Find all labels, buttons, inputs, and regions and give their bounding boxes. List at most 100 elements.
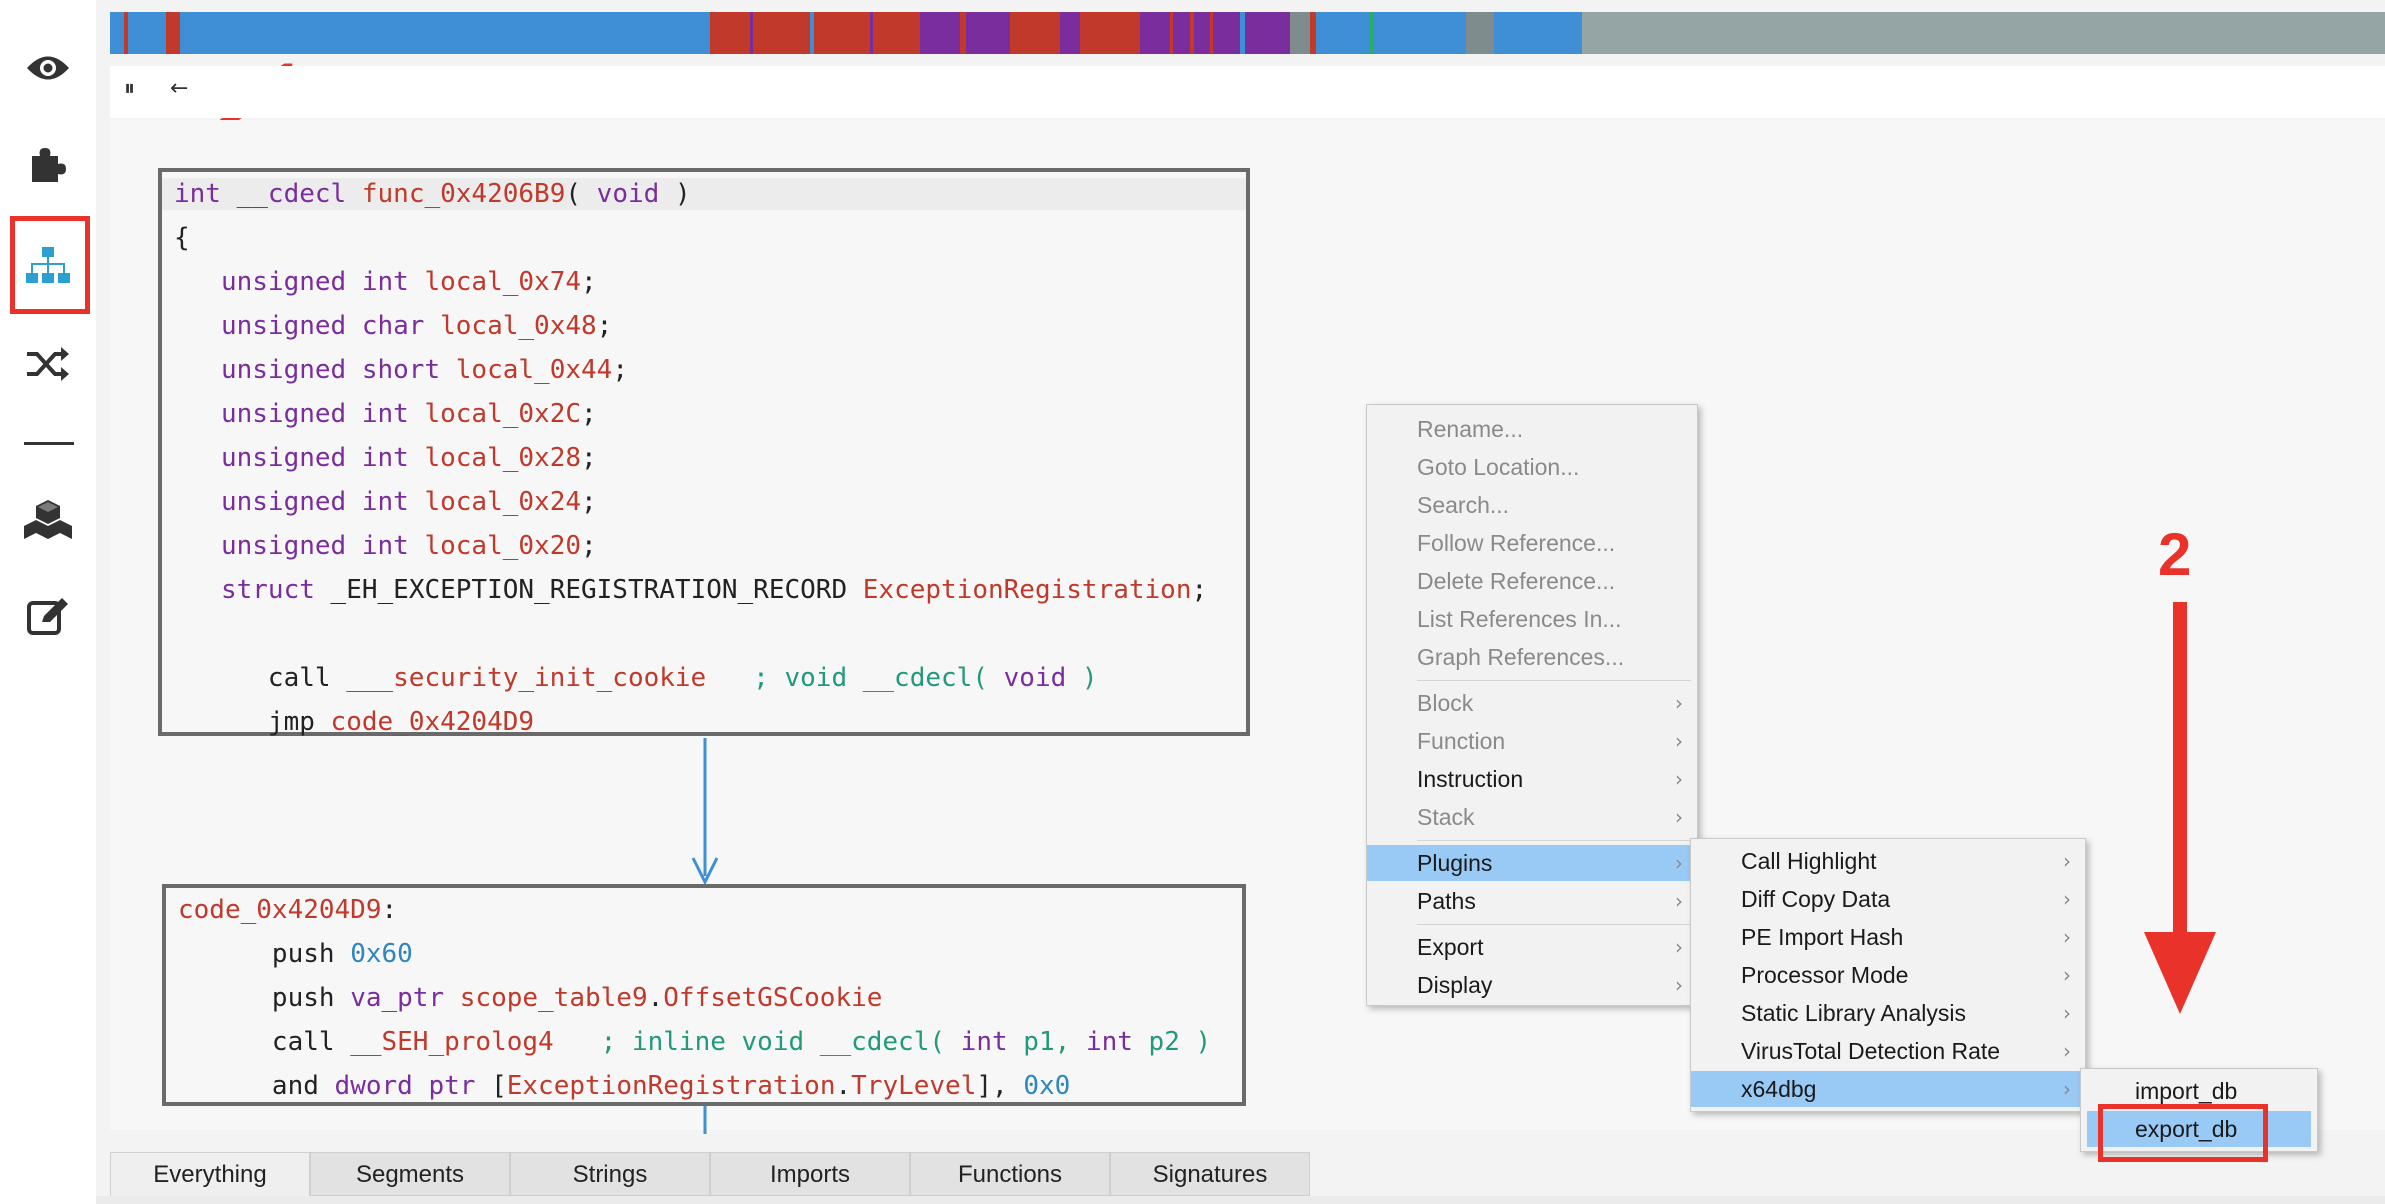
code-line[interactable]: unsigned char local_0x48; <box>174 310 612 342</box>
submenu-item[interactable]: Static Library Analysis › <box>1691 995 2085 1031</box>
menu-item[interactable]: Stack › <box>1367 799 1697 835</box>
code-token: : <box>381 895 398 925</box>
tab-everything[interactable]: Everything <box>110 1152 310 1196</box>
code-block-code-0x4204D9[interactable]: code_0x4204D9: push 0x60 push va_ptr sco… <box>162 884 1246 1106</box>
menu-item[interactable]: Delete Reference... <box>1367 563 1697 599</box>
code-token[interactable]: code_0x4204D9 <box>178 895 382 925</box>
tab-segments[interactable]: Segments <box>310 1152 510 1196</box>
code-line[interactable]: unsigned int local_0x74; <box>174 266 597 298</box>
submenu-item[interactable]: Call Highlight › <box>1691 843 2085 879</box>
graph-toolbar: ⏸ ← <box>110 66 2385 118</box>
code-token: ; <box>581 443 597 473</box>
code-line[interactable]: code_0x4204D9: <box>178 894 397 926</box>
code-token: unsigned int <box>220 487 425 517</box>
code-line[interactable]: { <box>174 222 190 254</box>
code-line[interactable]: push 0x60 <box>178 938 413 970</box>
code-line[interactable]: unsigned int local_0x2C; <box>174 398 597 430</box>
menu-separator <box>1417 840 1691 841</box>
menu-item-label: List References In... <box>1417 606 1622 632</box>
code-token[interactable]: func_0x4206B9 <box>362 179 566 209</box>
menu-item-label: Display <box>1417 972 1493 998</box>
code-line[interactable]: call ___security_init_cookie ; void __cd… <box>174 662 1098 694</box>
code-token: 0x60 <box>350 939 413 969</box>
code-token[interactable]: local_0x74 <box>424 267 581 297</box>
code-line[interactable]: push va_ptr scope_table9.OffsetGSCookie <box>178 982 883 1014</box>
code-token[interactable]: local_0x24 <box>424 487 581 517</box>
tab-imports[interactable]: Imports <box>710 1152 910 1196</box>
code-token[interactable]: ExceptionRegistration <box>507 1071 836 1101</box>
tab-functions[interactable]: Functions <box>910 1152 1110 1196</box>
menu-item[interactable]: Export › <box>1367 929 1697 965</box>
tab-signatures[interactable]: Signatures <box>1110 1152 1310 1196</box>
menu-item[interactable]: Paths › <box>1367 883 1697 919</box>
code-token[interactable]: ___security_init_cookie <box>346 663 706 693</box>
code-line[interactable]: and dword ptr [ExceptionRegistration.Try… <box>178 1070 1070 1102</box>
code-token[interactable]: local_0x2C <box>424 399 581 429</box>
code-token[interactable]: local_0x48 <box>440 311 597 341</box>
eye-icon[interactable] <box>22 42 74 94</box>
code-token[interactable]: ExceptionRegistration <box>863 575 1192 605</box>
code-token: push <box>178 939 351 969</box>
menu-item[interactable]: Goto Location... <box>1367 449 1697 485</box>
code-line[interactable]: call __SEH_prolog4 ; inline void __cdecl… <box>178 1026 1211 1058</box>
code-line[interactable]: int __cdecl func_0x4206B9( void ) <box>162 178 1246 210</box>
menu-item[interactable]: Function › <box>1367 723 1697 759</box>
code-line[interactable]: jmp code_0x4204D9 <box>174 706 534 738</box>
menu-item-label: Goto Location... <box>1417 454 1580 480</box>
code-token[interactable]: __SEH_prolog4 <box>350 1027 554 1057</box>
plugins-submenu: Call Highlight › Diff Copy Data › PE Import … <box>1690 838 2086 1112</box>
code-token[interactable]: local_0x28 <box>424 443 581 473</box>
menu-item-label: Export <box>1417 934 1484 960</box>
code-token: 0x0 <box>1023 1071 1071 1101</box>
puzzle-icon[interactable] <box>22 138 74 190</box>
menu-item-label: Block <box>1417 690 1474 716</box>
overview-bar[interactable] <box>110 12 2385 54</box>
code-line[interactable]: unsigned int local_0x20; <box>174 530 597 562</box>
submenu-item[interactable]: PE Import Hash › <box>1691 919 2085 955</box>
menu-item-label: Call Highlight <box>1741 848 1877 874</box>
chevron-right-icon: › <box>1675 805 1683 829</box>
tab-strings[interactable]: Strings <box>510 1152 710 1196</box>
code-token[interactable]: TryLevel <box>851 1071 976 1101</box>
code-line[interactable]: unsigned int local_0x24; <box>174 486 597 518</box>
code-token[interactable]: scope_table9 <box>460 983 648 1013</box>
chevron-right-icon: › <box>1675 691 1683 715</box>
code-block-func-entry[interactable]: int __cdecl func_0x4206B9( void ) { unsig… <box>158 168 1250 738</box>
submenu-item[interactable]: Diff Copy Data › <box>1691 881 2085 917</box>
menu-item[interactable]: Rename... <box>1367 411 1697 447</box>
menu-item[interactable]: Display › <box>1367 967 1697 1003</box>
code-token[interactable]: code_0x4204D9 <box>331 707 535 737</box>
chevron-right-icon: › <box>1675 767 1683 791</box>
code-token[interactable]: local_0x20 <box>424 531 581 561</box>
menu-item[interactable]: Instruction › <box>1367 761 1697 797</box>
code-line[interactable]: unsigned short local_0x44; <box>174 354 628 386</box>
menu-item[interactable]: Search... <box>1367 487 1697 523</box>
code-token: ; <box>596 311 613 341</box>
code-line[interactable]: struct _EH_EXCEPTION_REGISTRATION_RECORD… <box>174 574 1207 606</box>
menu-item[interactable]: Graph References... <box>1367 639 1697 675</box>
menu-item[interactable]: Follow Reference... <box>1367 525 1697 561</box>
submenu-item[interactable]: Processor Mode › <box>1691 957 2085 993</box>
submenu-item[interactable]: x64dbg › <box>1691 1071 2085 1107</box>
code-token[interactable]: OffsetGSCookie <box>663 983 882 1013</box>
code-token: va_ptr <box>350 983 460 1013</box>
pause-icon[interactable]: ⏸ <box>124 76 135 101</box>
cubes-icon[interactable] <box>22 494 74 546</box>
shuffle-icon[interactable] <box>22 338 74 390</box>
code-token: unsigned int <box>220 399 425 429</box>
code-line[interactable]: unsigned int local_0x28; <box>174 442 597 474</box>
code-token: and <box>178 1071 335 1101</box>
menu-item-label: Static Library Analysis <box>1741 1000 1966 1026</box>
code-token: . <box>835 1071 852 1101</box>
menu-item-label: VirusTotal Detection Rate <box>1741 1038 2001 1064</box>
menu-item[interactable]: Block › <box>1367 685 1697 721</box>
edit-icon[interactable] <box>22 590 74 642</box>
code-token[interactable]: local_0x44 <box>456 355 613 385</box>
submenu-item[interactable]: VirusTotal Detection Rate › <box>1691 1033 2085 1069</box>
back-arrow-icon[interactable]: ← <box>170 76 188 101</box>
menu-item[interactable]: Plugins › <box>1367 845 1697 881</box>
menu-item[interactable]: List References In... <box>1367 601 1697 637</box>
